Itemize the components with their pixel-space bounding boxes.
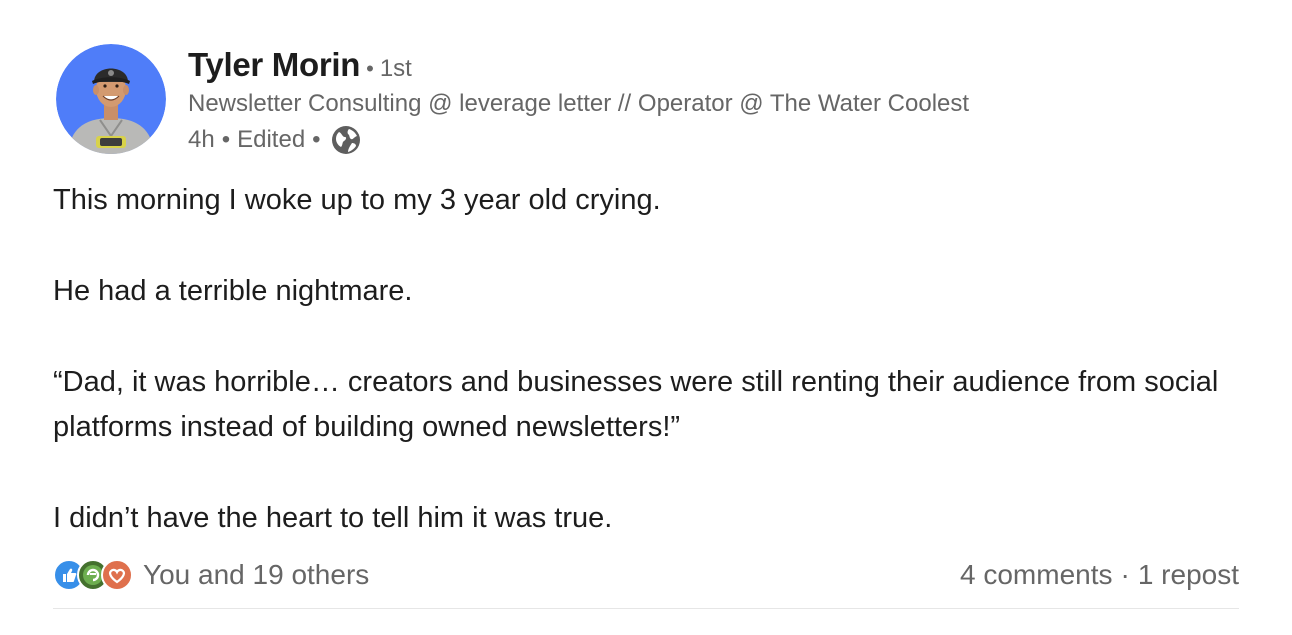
author-avatar[interactable] (56, 44, 166, 154)
footer-divider (53, 608, 1239, 609)
post-body: This morning I woke up to my 3 year old … (53, 178, 1253, 587)
comments-count[interactable]: 4 comments (960, 559, 1113, 591)
reposts-count[interactable]: 1 repost (1138, 559, 1239, 591)
edited-label: Edited (237, 126, 306, 153)
social-counts: You and 19 others 4 comments · 1 repost (53, 553, 1239, 597)
author-name-row: Tyler Morin • 1st (188, 46, 969, 88)
author-name[interactable]: Tyler Morin (188, 46, 360, 84)
reaction-icons (53, 559, 133, 591)
author-headline: Newsletter Consulting @ leverage letter … (188, 90, 970, 117)
post-time[interactable]: 4h (188, 126, 215, 154)
author-meta: Tyler Morin • 1st Newsletter Consulting … (188, 46, 969, 158)
engagement-stats: 4 comments · 1 repost (960, 559, 1239, 591)
globe-icon (330, 124, 362, 156)
stats-separator: · (1120, 559, 1130, 590)
feed-post: Tyler Morin • 1st Newsletter Consulting … (0, 0, 1292, 635)
post-paragraph: He had a terrible nightmare. (53, 275, 413, 307)
name-separator: • (366, 56, 374, 81)
post-paragraph: I didn’t have the heart to tell him it w… (53, 502, 613, 534)
post-header: Tyler Morin • 1st Newsletter Consulting … (56, 44, 969, 158)
love-icon (101, 559, 133, 591)
reactions-summary[interactable]: You and 19 others (53, 559, 369, 591)
post-timestamp-row: 4h • Edited • (188, 122, 969, 158)
visibility-separator: • (312, 126, 321, 153)
post-paragraph: This morning I woke up to my 3 year old … (53, 184, 661, 216)
post-paragraph: “Dad, it was horrible… creators and busi… (53, 366, 1219, 443)
time-separator: • (221, 126, 231, 153)
connection-degree: 1st (379, 55, 412, 82)
reactions-count: You and 19 others (143, 559, 370, 590)
